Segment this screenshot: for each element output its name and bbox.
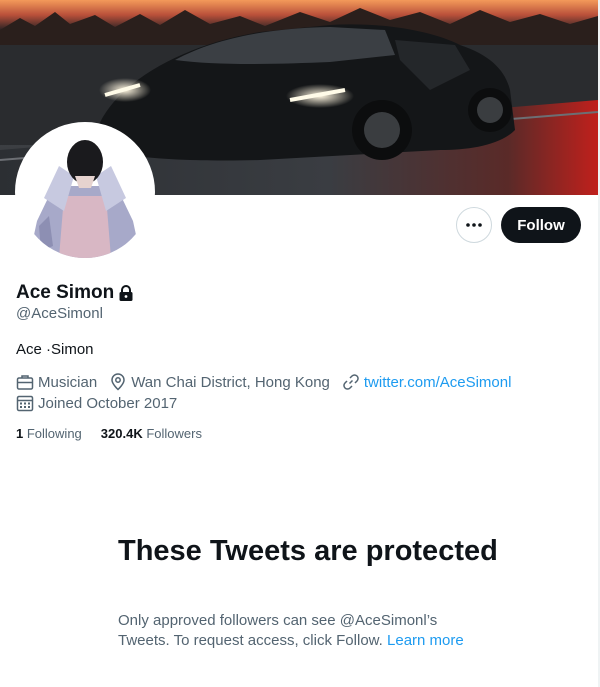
profile-handle: @AceSimonl [16,305,103,322]
briefcase-icon [16,375,34,390]
followers-link[interactable]: 320.4K Followers [101,426,202,441]
joined-text: Joined October 2017 [38,394,178,412]
protected-title: These Tweets are protected [118,535,498,567]
joined-date: Joined October 2017 [16,394,177,412]
following-label: Following [26,426,82,441]
display-name: Ace Simon [16,282,115,303]
lock-icon [117,284,135,302]
followers-count: 320.4K [100,426,143,441]
profile-name-row: Ace Simon [16,282,135,304]
ellipsis-icon [466,223,482,227]
website-link[interactable]: twitter.com/AceSimonl [364,374,512,391]
avatar[interactable] [15,122,155,262]
category-item: Musician [16,373,97,391]
location-text: Wan Chai District, Hong Kong [131,373,330,391]
profile-bio: Ace ·Simon [16,341,94,358]
follow-stats: 1 Following 320.4K Followers [16,426,221,441]
more-options-button[interactable] [456,207,492,243]
follow-button[interactable]: Follow [501,207,581,243]
profile-meta: Musician Wan Chai District, Hong Kong tw… [16,373,523,391]
link-icon [343,374,359,390]
protected-message: Only approved followers can see @AceSimo… [118,611,488,651]
followers-label: Followers [146,426,202,441]
learn-more-link[interactable]: Learn more [387,632,464,649]
category-text: Musician [38,373,98,391]
following-link[interactable]: 1 Following [16,426,82,441]
location-pin-icon [111,373,125,391]
website-item[interactable]: twitter.com/AceSimonl [342,373,512,391]
following-count: 1 [16,426,24,441]
location-item: Wan Chai District, Hong Kong [109,373,330,391]
calendar-icon [16,395,34,412]
